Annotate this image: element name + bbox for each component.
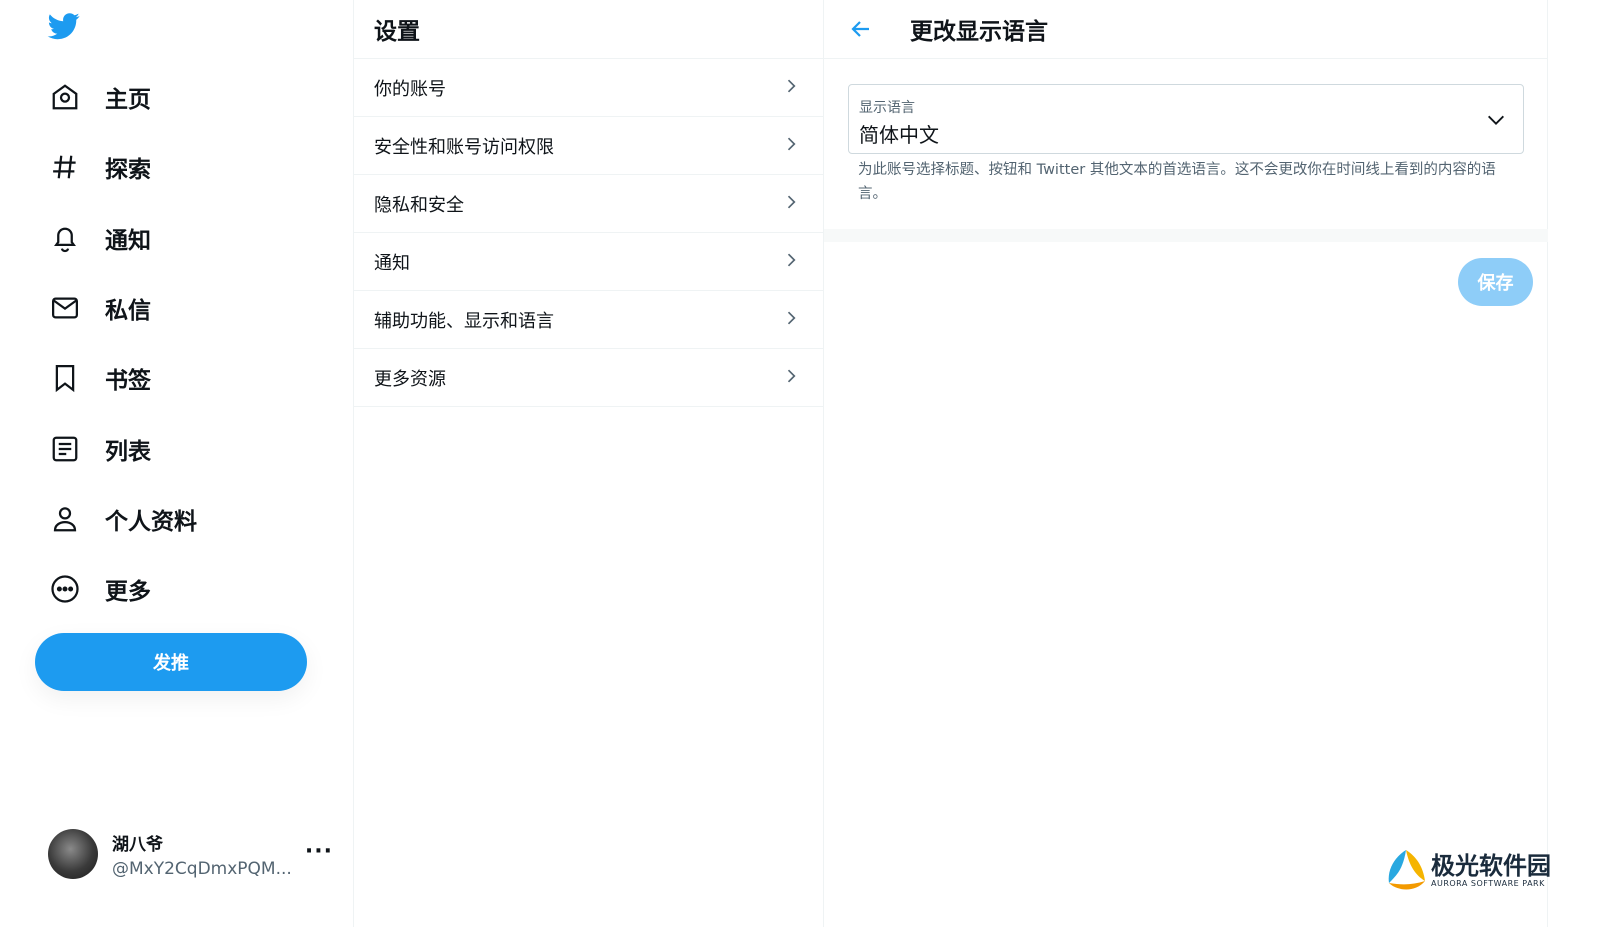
account-info: 湖八爷 @MxY2CqDmxPQM... — [112, 830, 305, 879]
nav-item-label: 主页 — [105, 87, 151, 113]
account-name: 湖八爷 — [112, 834, 163, 855]
settings-item-label: 通知 — [374, 252, 410, 274]
nav-item-home[interactable]: 主页 — [48, 75, 151, 119]
account-handle: @MxY2CqDmxPQM... — [112, 858, 292, 879]
list-icon — [48, 432, 82, 466]
settings-item-label: 更多资源 — [374, 368, 446, 390]
bookmark-icon — [48, 361, 82, 395]
settings-item-label: 安全性和账号访问权限 — [374, 136, 554, 158]
display-language-select[interactable]: 显示语言 简体中文 — [848, 84, 1524, 154]
settings-item-accessibility[interactable]: 辅助功能、显示和语言 — [354, 291, 823, 349]
settings-item-privacy[interactable]: 隐私和安全 — [354, 175, 823, 233]
more-options-icon[interactable]: ··· — [305, 839, 333, 864]
select-value: 简体中文 — [859, 123, 939, 147]
watermark: 极光软件园 AURORA SOFTWARE PARK — [1383, 846, 1561, 894]
chevron-right-icon — [781, 192, 801, 216]
settings-item-label: 你的账号 — [374, 78, 446, 100]
settings-header: 设置 — [354, 0, 823, 59]
settings-item-label: 隐私和安全 — [374, 194, 464, 216]
home-icon — [48, 80, 82, 114]
settings-item-notifications[interactable]: 通知 — [354, 233, 823, 291]
save-button[interactable]: 保存 — [1458, 258, 1533, 306]
settings-item-security[interactable]: 安全性和账号访问权限 — [354, 117, 823, 175]
nav-item-label: 更多 — [105, 579, 151, 605]
nav-item-profile[interactable]: 个人资料 — [48, 497, 197, 541]
nav-item-label: 列表 — [105, 439, 151, 465]
detail-header: 更改显示语言 — [824, 0, 1547, 59]
more-circle-icon — [48, 572, 82, 606]
help-text: 为此账号选择标题、按钮和 Twitter 其他文本的首选语言。这不会更改你在时间… — [858, 162, 1496, 202]
nav-item-bookmarks[interactable]: 书签 — [48, 356, 151, 400]
mail-icon — [48, 291, 82, 325]
watermark-cn: 极光软件园 — [1431, 851, 1551, 880]
display-language-panel: 更改显示语言 显示语言 简体中文 为此账号选择标题、按钮和 Twitter 其他… — [824, 0, 1548, 927]
nav-item-label: 个人资料 — [105, 509, 197, 535]
nav-item-label: 探索 — [105, 157, 151, 183]
profile-icon — [48, 502, 82, 536]
chevron-right-icon — [781, 366, 801, 390]
tweet-button[interactable]: 发推 — [35, 633, 307, 691]
detail-title: 更改显示语言 — [910, 19, 1048, 45]
nav-item-label: 通知 — [105, 228, 151, 254]
nav-item-lists[interactable]: 列表 — [48, 427, 151, 471]
settings-item-account[interactable]: 你的账号 — [354, 59, 823, 117]
watermark-en: AURORA SOFTWARE PARK — [1431, 878, 1545, 888]
twitter-bird-icon[interactable] — [46, 10, 82, 42]
chevron-down-icon — [1485, 109, 1507, 131]
settings-column: 设置 你的账号 安全性和账号访问权限 隐私和安全 通知 辅助功能、显示和语言 更… — [353, 0, 824, 927]
nav-item-more[interactable]: 更多 — [48, 567, 151, 611]
aurora-logo-icon — [1383, 847, 1429, 893]
nav-item-explore[interactable]: 探索 — [48, 145, 151, 189]
hashtag-icon — [48, 150, 82, 184]
nav-item-label: 私信 — [105, 298, 151, 324]
chevron-right-icon — [781, 308, 801, 332]
avatar — [48, 829, 98, 879]
chevron-right-icon — [781, 134, 801, 158]
nav-item-label: 书签 — [105, 368, 151, 394]
back-arrow-icon[interactable] — [848, 16, 874, 42]
nav-item-notifications[interactable]: 通知 — [48, 216, 151, 260]
page-title: 设置 — [374, 19, 420, 45]
bell-icon — [48, 221, 82, 255]
section-divider — [824, 229, 1548, 242]
chevron-right-icon — [781, 76, 801, 100]
account-switcher[interactable]: 湖八爷 @MxY2CqDmxPQM... ··· — [48, 826, 333, 882]
chevron-right-icon — [781, 250, 801, 274]
select-label: 显示语言 — [859, 100, 915, 116]
left-navigation: 主页 探索 通知 私信 书签 列表 个人资料 更多 发推 湖八爷 @MxY2Cq… — [0, 0, 353, 927]
watermark-text: 极光软件园 AURORA SOFTWARE PARK — [1431, 853, 1551, 888]
settings-item-resources[interactable]: 更多资源 — [354, 349, 823, 407]
settings-item-label: 辅助功能、显示和语言 — [374, 310, 554, 332]
nav-item-messages[interactable]: 私信 — [48, 286, 151, 330]
